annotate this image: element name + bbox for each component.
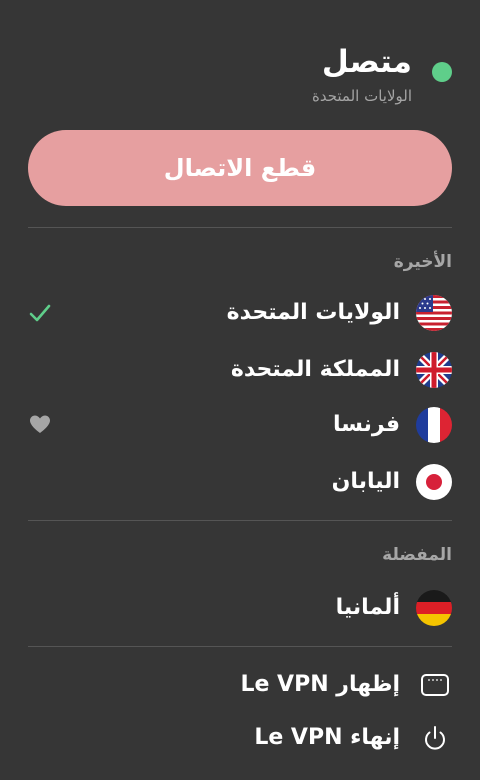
location-name: المملكة المتحدة — [230, 357, 400, 382]
location-row-united-kingdom[interactable]: المملكة المتحدة — [28, 345, 452, 395]
status-location: الولايات المتحدة — [311, 87, 412, 105]
location-row-united-states[interactable]: الولايات المتحدة — [28, 288, 452, 338]
show-vpn-menu-item[interactable]: إظهار Le VPN — [28, 660, 452, 710]
vpn-menu-panel: متصل الولايات المتحدة قطع الاتصال الأخير… — [0, 0, 480, 780]
japan-flag-icon — [416, 464, 452, 500]
location-name: الولايات المتحدة — [226, 300, 400, 325]
us-flag-icon — [416, 295, 452, 331]
quit-vpn-label: إنهاء Le VPN — [254, 725, 400, 750]
power-icon — [420, 725, 450, 751]
connection-status: متصل الولايات المتحدة — [28, 42, 452, 114]
disconnect-button[interactable]: قطع الاتصال — [28, 130, 452, 206]
divider — [28, 520, 452, 521]
status-dot — [432, 62, 452, 82]
divider — [28, 227, 452, 228]
france-flag-icon — [416, 407, 452, 443]
location-name: ألمانيا — [335, 595, 400, 620]
favorites-section-label: المفضلة — [382, 545, 452, 565]
heart-icon[interactable] — [28, 413, 52, 437]
germany-flag-icon — [416, 590, 452, 626]
location-name: فرنسا — [333, 412, 400, 437]
show-vpn-label: إظهار Le VPN — [240, 672, 400, 697]
location-row-japan[interactable]: اليابان — [28, 457, 452, 507]
divider — [28, 646, 452, 647]
quit-vpn-menu-item[interactable]: إنهاء Le VPN — [28, 713, 452, 763]
status-title: متصل — [321, 44, 412, 80]
location-row-germany[interactable]: ألمانيا — [28, 583, 452, 633]
recent-section-label: الأخيرة — [393, 252, 452, 272]
uk-flag-icon — [416, 352, 452, 388]
location-name: اليابان — [331, 469, 400, 494]
location-row-france[interactable]: فرنسا — [28, 400, 452, 450]
window-icon — [420, 672, 450, 698]
check-icon — [28, 301, 52, 325]
